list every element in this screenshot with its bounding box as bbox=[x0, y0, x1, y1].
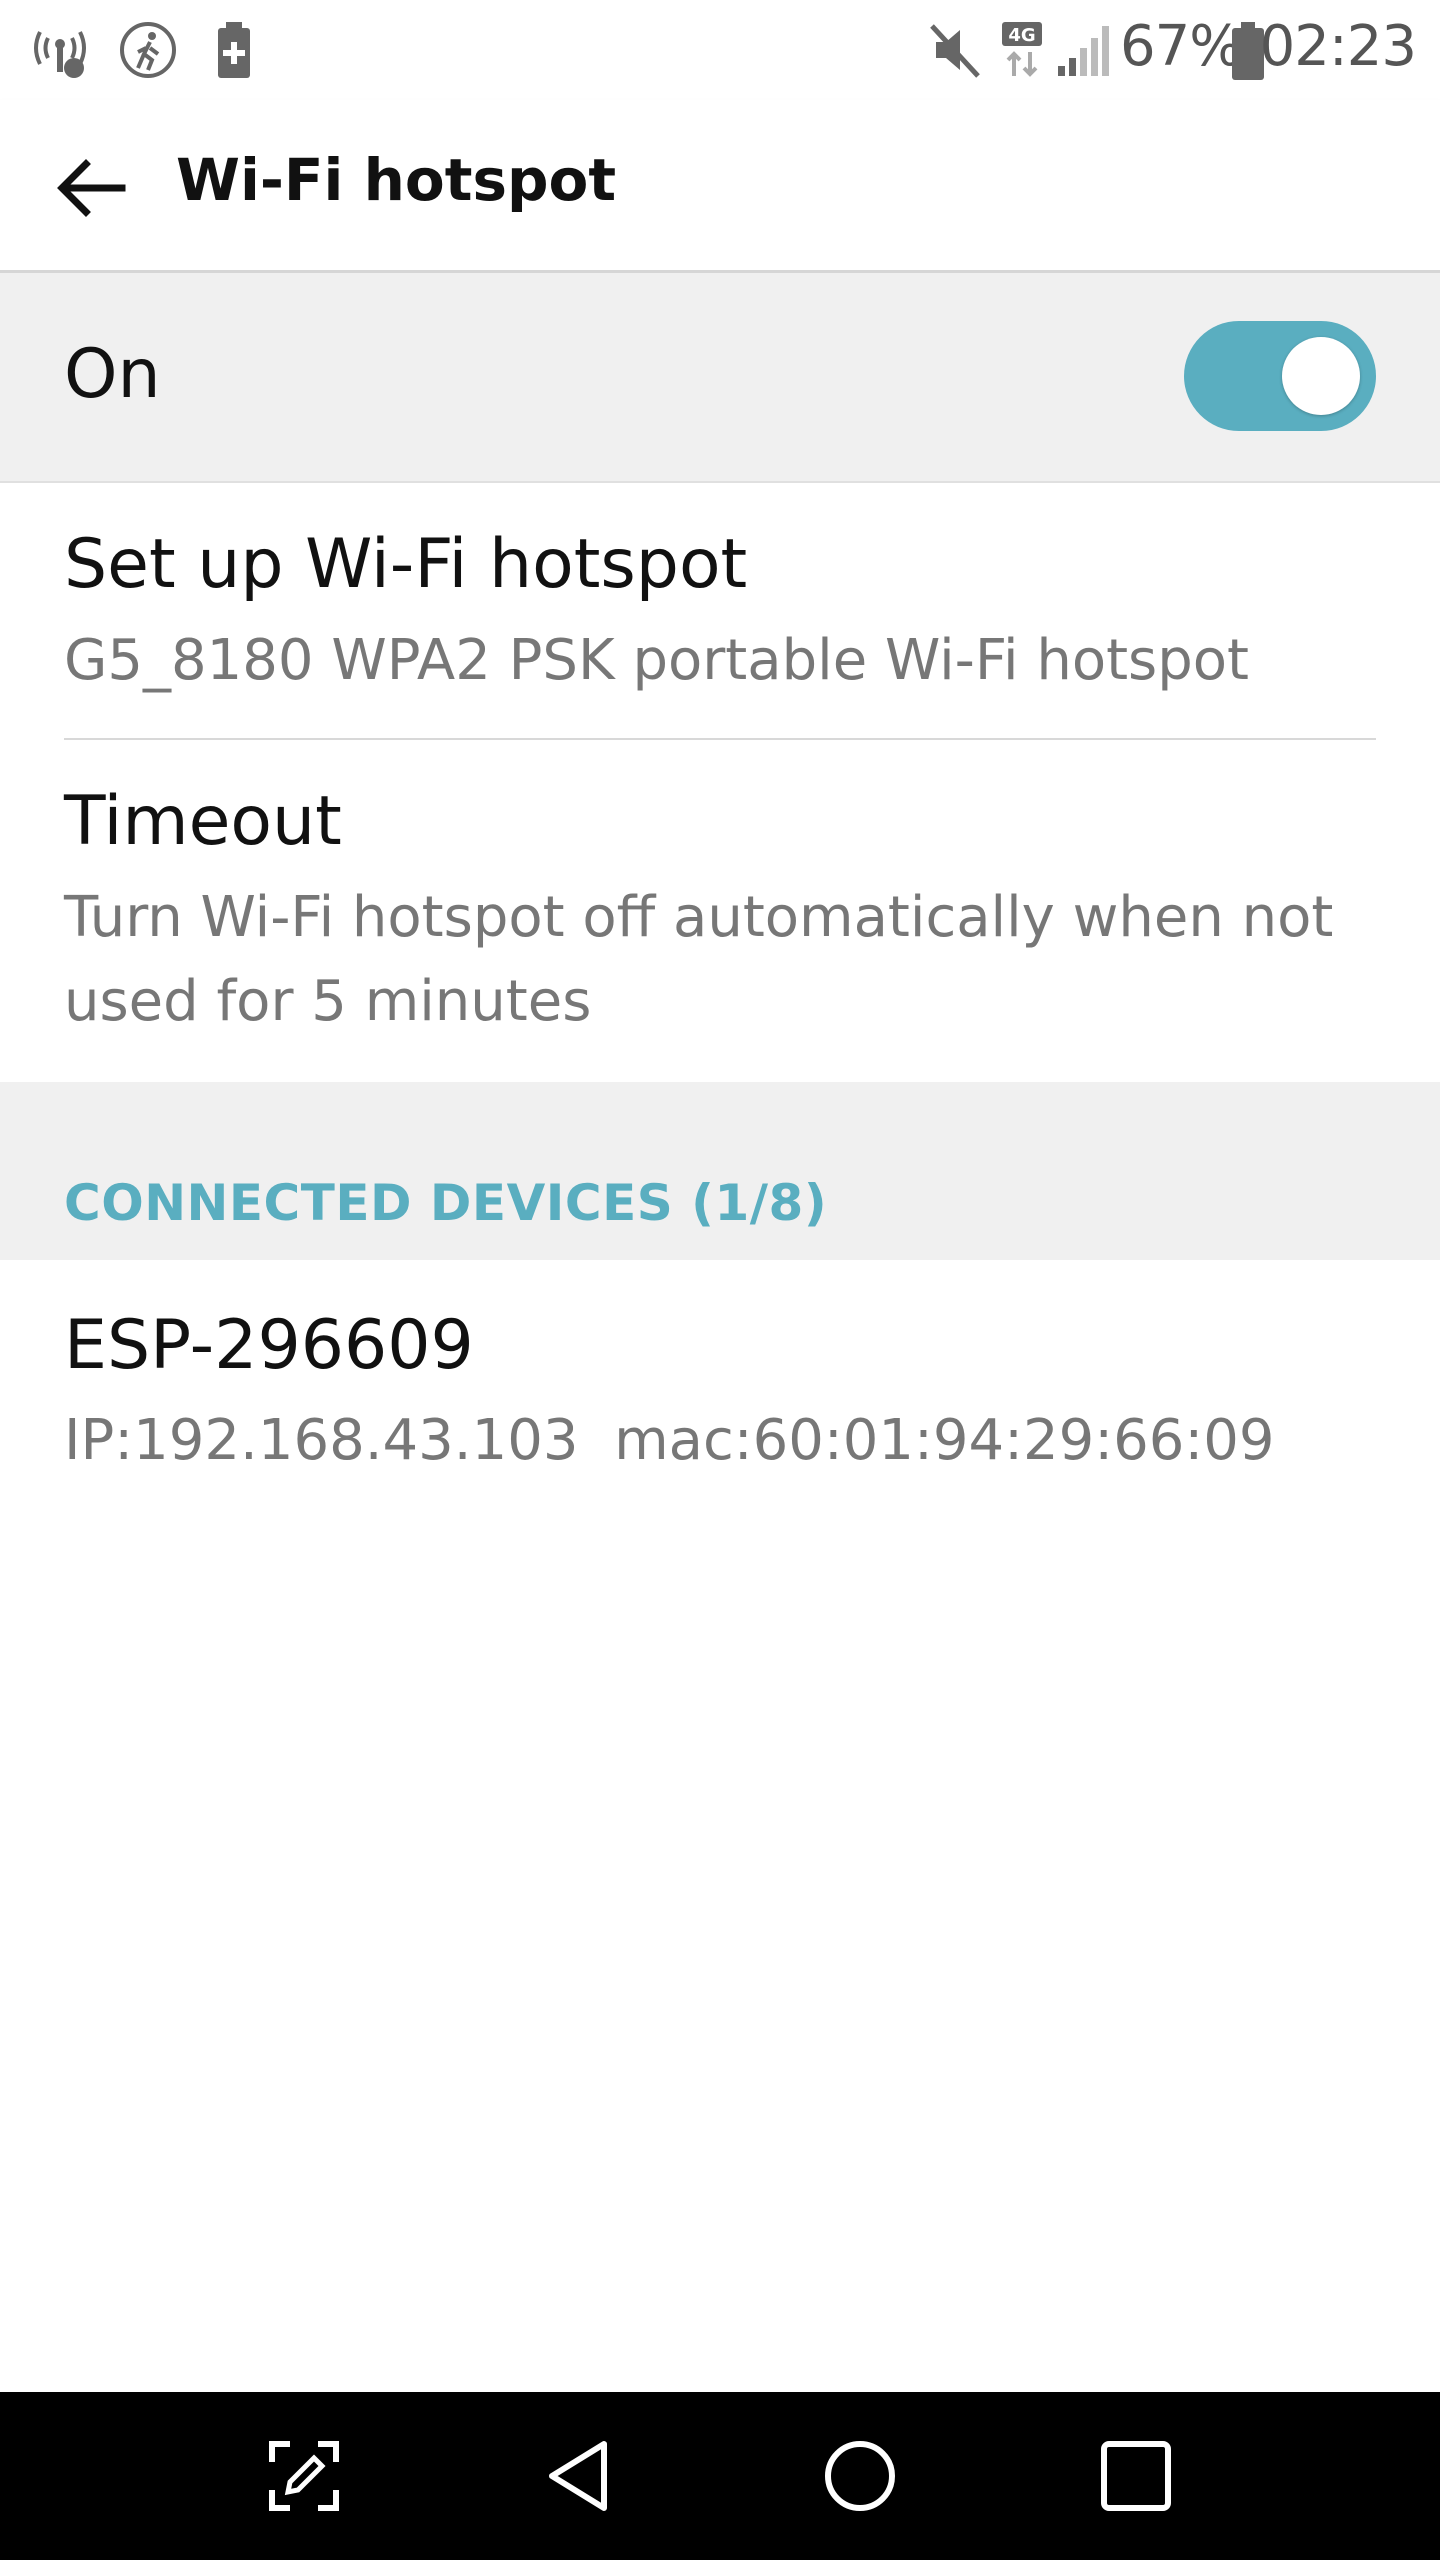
app-bar: Wi-Fi hotspot bbox=[0, 100, 1440, 273]
recents-square-icon bbox=[1101, 2441, 1171, 2511]
home-circle-icon bbox=[825, 2441, 895, 2511]
setup-hotspot-item[interactable]: Set up Wi-Fi hotspot G5_8180 WPA2 PSK po… bbox=[0, 483, 1440, 739]
hotspot-icon bbox=[30, 18, 90, 82]
back-triangle-icon bbox=[549, 2441, 607, 2511]
recents-button[interactable] bbox=[1076, 2416, 1196, 2536]
nav-back-button[interactable] bbox=[522, 2416, 642, 2536]
master-switch-row[interactable]: On bbox=[0, 273, 1440, 483]
timeout-item[interactable]: Timeout Turn Wi-Fi hotspot off automatic… bbox=[0, 740, 1440, 1082]
toggle-knob bbox=[1282, 337, 1360, 415]
setup-hotspot-summary: G5_8180 WPA2 PSK portable Wi-Fi hotspot bbox=[64, 628, 1249, 693]
arrow-back-icon bbox=[57, 159, 126, 217]
setup-hotspot-title: Set up Wi-Fi hotspot bbox=[64, 525, 748, 604]
edit-screenshot-button[interactable] bbox=[244, 2416, 364, 2536]
connected-devices-header: CONNECTED DEVICES (1/8) bbox=[0, 1082, 1440, 1260]
timeout-summary: Turn Wi-Fi hotspot off automatically whe… bbox=[64, 885, 1334, 1034]
hotspot-toggle[interactable] bbox=[1184, 321, 1376, 431]
page-title: Wi-Fi hotspot bbox=[176, 146, 617, 214]
home-button[interactable] bbox=[800, 2416, 920, 2536]
battery-percentage: 67% bbox=[1120, 14, 1242, 79]
status-bar: 4G 67% 02:23 bbox=[0, 0, 1440, 100]
edit-screenshot-icon bbox=[269, 2441, 339, 2511]
battery-saver-icon bbox=[214, 18, 254, 82]
section-label: CONNECTED DEVICES (1/8) bbox=[64, 1174, 828, 1232]
navigation-bar bbox=[0, 2392, 1440, 2560]
device-detail: IP:192.168.43.103 mac:60:01:94:29:66:09 bbox=[64, 1408, 1275, 1473]
network-type-label: 4G bbox=[1008, 25, 1035, 46]
master-switch-label: On bbox=[64, 335, 161, 414]
back-button[interactable] bbox=[30, 128, 150, 248]
device-name: ESP-296609 bbox=[64, 1306, 474, 1385]
signal-icon bbox=[1054, 18, 1110, 82]
status-clock: 02:23 bbox=[1259, 14, 1417, 79]
timeout-title: Timeout bbox=[64, 782, 342, 861]
device-mac: mac:60:01:94:29:66:09 bbox=[614, 1408, 1275, 1473]
walking-icon bbox=[116, 18, 180, 82]
network-4g-icon: 4G bbox=[1000, 18, 1044, 82]
device-ip: IP:192.168.43.103 bbox=[64, 1408, 579, 1473]
mute-icon bbox=[928, 18, 984, 82]
